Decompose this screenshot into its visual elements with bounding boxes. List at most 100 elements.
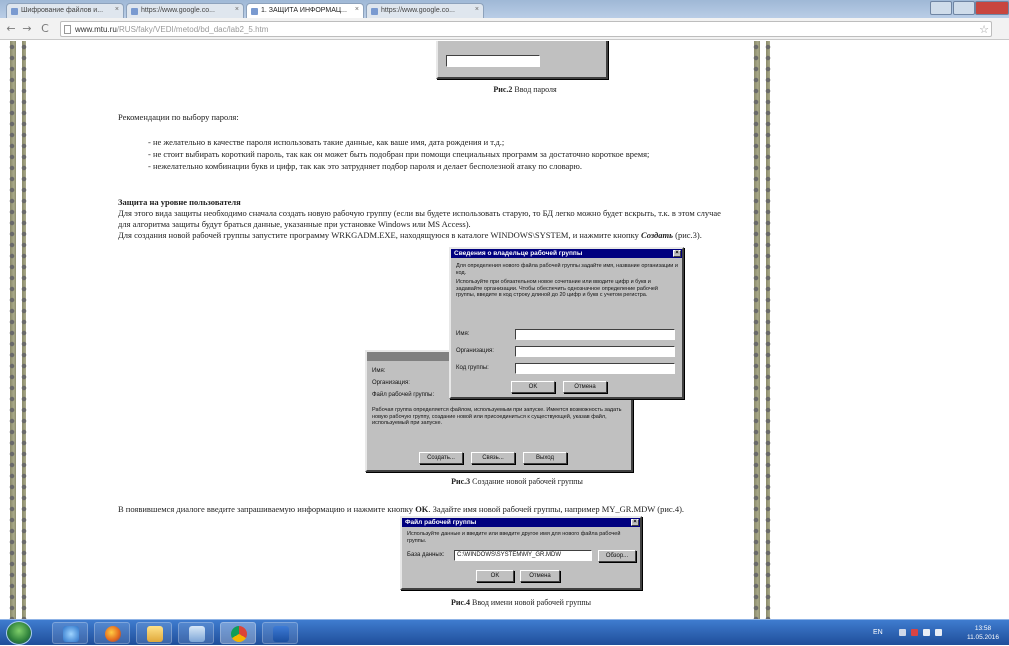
password-field	[446, 55, 540, 67]
browser-tab-2[interactable]: https://www.google.co... ×	[126, 3, 244, 18]
create-emphasis: Создать	[640, 230, 674, 240]
fig4-caption: Рис.4 Ввод имени новой рабочей группы	[450, 598, 592, 607]
favicon-icon	[131, 8, 138, 15]
cancel-button[interactable]: Отмена	[563, 381, 607, 393]
language-indicator[interactable]: EN	[873, 629, 883, 636]
chrome-icon	[231, 626, 247, 642]
page-icon	[64, 25, 71, 34]
favicon-icon	[371, 8, 378, 15]
dialog-text: Для определения нового файла рабочей гру…	[456, 263, 678, 276]
dialog-title: Файл рабочей группы	[405, 519, 477, 526]
bullet-item: - не желательно в качестве пароля исполь…	[148, 137, 505, 147]
paragraph-line: Для этого вида защиты необходимо сначала…	[118, 208, 721, 218]
code-field[interactable]	[515, 363, 675, 374]
favicon-icon	[11, 8, 18, 15]
minimize-button[interactable]	[930, 1, 952, 15]
close-tab-icon[interactable]: ×	[115, 6, 119, 13]
org-field[interactable]	[515, 346, 675, 357]
taskbar-item-app[interactable]	[178, 622, 214, 644]
close-icon[interactable]: ×	[631, 519, 639, 526]
firefox-icon	[105, 626, 121, 642]
arrow-up-icon[interactable]	[899, 629, 906, 636]
name-field[interactable]	[515, 329, 675, 340]
ok-emphasis: OK	[415, 504, 429, 514]
browse-button[interactable]: Обзор...	[598, 550, 636, 562]
taskbar-item-firefox[interactable]	[94, 622, 130, 644]
owner-info-dialog: Сведения о владельце рабочей группы × Дл…	[449, 247, 684, 399]
clock-time: 13:58	[974, 625, 992, 632]
page-content: Рис.2 Ввод пароля Рекомендации по выбору…	[0, 41, 1009, 619]
url-host: www.mtu.ru	[75, 25, 117, 34]
recommend-heading: Рекомендации по выбору пароля:	[118, 112, 239, 122]
start-button[interactable]	[6, 621, 32, 645]
close-icon[interactable]: ×	[673, 250, 681, 257]
address-bar[interactable]: www.mtu.ru/RUS/faky/VEDI/metod/bd_dac/la…	[60, 21, 992, 37]
paragraph-text: (рис.3).	[675, 230, 702, 240]
close-tab-icon[interactable]: ×	[235, 6, 239, 13]
dialog-title: Сведения о владельце рабочей группы	[454, 250, 583, 257]
clock-date: 11.05.2016	[966, 634, 999, 641]
paragraph-line: для алгоритма защиты будут браться данны…	[118, 219, 471, 229]
taskbar: EN 13:58 11.05.2016	[0, 619, 1009, 645]
name-label: Имя:	[372, 368, 386, 374]
db-label: База данных:	[407, 552, 445, 558]
browser-tab-3[interactable]: 1. ЗАЩИТА ИНФОРМАЦ... ×	[246, 3, 364, 18]
taskbar-item-explorer[interactable]	[136, 622, 172, 644]
dialog-text: Используйте при обязательном новое сочет…	[456, 279, 658, 298]
exit-button[interactable]: Выход	[523, 452, 567, 464]
url-path: /RUS/faky/VEDI/metod/bd_dac/lab2_5.htm	[116, 25, 269, 34]
name-label: Имя:	[456, 331, 470, 337]
ok-button[interactable]: OK	[511, 381, 555, 393]
dialog-text: Рабочая группа определяется файлом, испо…	[372, 407, 622, 426]
create-button[interactable]: Создать...	[419, 452, 463, 464]
folder-icon	[147, 626, 163, 642]
paragraph-text: Для создания новой рабочей группы запуст…	[118, 230, 639, 240]
db-path-field[interactable]: C:\WINDOWS\SYSTEM\MY_GR.MDW	[454, 550, 592, 561]
tab-label: 1. ЗАЩИТА ИНФОРМАЦ...	[261, 7, 347, 14]
internet-explorer-icon	[63, 626, 79, 642]
dialog-title-bar: Файл рабочей группы ×	[402, 518, 640, 527]
cancel-button[interactable]: Отмена	[520, 570, 560, 582]
favicon-icon	[251, 8, 258, 15]
bullet-item: - не стоит выбирать короткий пароль, так…	[148, 149, 650, 159]
antivirus-icon[interactable]	[911, 629, 918, 636]
close-window-button[interactable]	[975, 1, 1009, 15]
org-label: Организация:	[456, 348, 494, 354]
paragraph-line: Для создания новой рабочей группы запуст…	[118, 230, 702, 240]
workgroup-file-dialog: Файл рабочей группы × Используйте данные…	[400, 516, 642, 590]
spiral-binding-left	[4, 41, 30, 619]
bullet-item: - нежелательно комбинации букв и цифр, т…	[148, 161, 582, 171]
browser-toolbar: ← → C www.mtu.ru/RUS/faky/VEDI/metod/bd_…	[0, 18, 1009, 40]
paragraph-text: В появившемся диалоге введите запрашивае…	[118, 504, 414, 514]
network-icon[interactable]	[923, 629, 930, 636]
tab-label: Шифрование файлов и...	[21, 7, 104, 14]
tab-label: https://www.google.co...	[381, 7, 455, 14]
close-tab-icon[interactable]: ×	[355, 6, 359, 13]
browser-tab-4[interactable]: https://www.google.co... ×	[366, 3, 484, 18]
org-label: Организация:	[372, 380, 410, 386]
taskbar-item-word[interactable]	[262, 622, 298, 644]
window-icon	[189, 626, 205, 642]
browser-tab-1[interactable]: Шифрование файлов и... ×	[6, 3, 124, 18]
dialog-text: Используйте данные и введите или введите…	[407, 531, 621, 544]
paragraph-text: . Задайте имя новой рабочей группы, напр…	[428, 504, 685, 514]
join-button[interactable]: Связь...	[471, 452, 515, 464]
spiral-binding-right	[748, 41, 774, 619]
bookmark-star-icon[interactable]: ☆	[979, 23, 989, 36]
word-icon	[273, 626, 289, 642]
file-label: Файл рабочей группы:	[372, 392, 435, 398]
maximize-button[interactable]	[953, 1, 975, 15]
tab-strip: Шифрование файлов и... × https://www.goo…	[0, 0, 1009, 18]
close-tab-icon[interactable]: ×	[475, 6, 479, 13]
reload-icon[interactable]: C	[38, 22, 52, 36]
clock[interactable]: 13:58 11.05.2016	[967, 624, 999, 642]
paragraph-line: В появившемся диалоге введите запрашивае…	[118, 504, 684, 514]
volume-icon[interactable]	[935, 629, 942, 636]
taskbar-item-chrome[interactable]	[220, 622, 256, 644]
forward-arrow-icon[interactable]: →	[20, 22, 34, 36]
fig2-caption: Рис.2 Ввод пароля	[493, 85, 557, 94]
ok-button[interactable]: OK	[476, 570, 514, 582]
taskbar-item-ie[interactable]	[52, 622, 88, 644]
back-arrow-icon[interactable]: ←	[4, 22, 18, 36]
system-tray: EN 13:58 11.05.2016	[869, 620, 1009, 646]
